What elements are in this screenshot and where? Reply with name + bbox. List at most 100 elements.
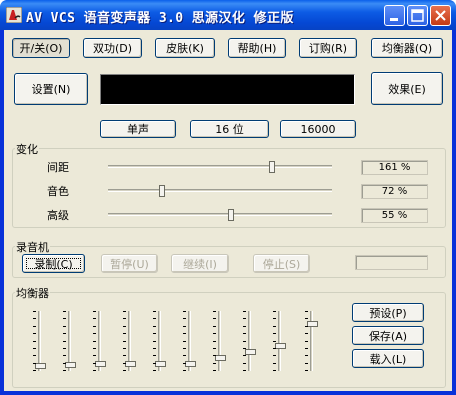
power-toggle-button[interactable]: 开/关(O) <box>12 38 70 58</box>
eq-band-6-slider[interactable] <box>183 311 197 371</box>
maximize-button[interactable] <box>407 5 428 26</box>
eq-band-7-thumb[interactable] <box>215 355 226 361</box>
equalizer-button[interactable]: 均衡器(Q) <box>371 38 443 58</box>
eq-tick <box>153 318 156 319</box>
bits-button[interactable]: 16 位 <box>190 120 269 138</box>
eq-tick <box>213 363 216 364</box>
eq-tick <box>243 355 246 356</box>
advanced-label: 高级 <box>47 209 69 222</box>
equalizer-group: 均衡器 预设(P) 保存(A) 载入(L) <box>12 285 446 388</box>
morph-group: 变化 间距 161 % 音色 72 % 高级 55 % <box>12 141 446 228</box>
close-button[interactable] <box>430 5 451 26</box>
pitch-label: 间距 <box>47 161 69 174</box>
eq-band-6-thumb[interactable] <box>185 361 196 367</box>
eq-tick <box>305 326 308 327</box>
eq-band-1-thumb[interactable] <box>35 363 46 369</box>
pause-button[interactable]: 暂停(U) <box>101 254 158 273</box>
pitch-slider[interactable] <box>108 161 332 173</box>
skin-button[interactable]: 皮肤(K) <box>155 38 215 58</box>
eq-tick <box>243 370 246 371</box>
eq-tick <box>93 348 96 349</box>
eq-band-1-slider[interactable] <box>33 311 47 371</box>
help-button[interactable]: 帮助(H) <box>228 38 286 58</box>
channels-button[interactable]: 单声 <box>100 120 176 138</box>
record-button[interactable]: 录制(C) <box>22 254 85 273</box>
eq-tick <box>213 326 216 327</box>
eq-tick <box>305 333 308 334</box>
eq-tick <box>93 341 96 342</box>
eq-tick <box>123 333 126 334</box>
title-bar[interactable]: AV VCS 语音变声器 3.0 思源汉化 修正版 <box>0 0 456 30</box>
eq-tick <box>243 326 246 327</box>
eq-tick <box>123 341 126 342</box>
eq-tick <box>243 341 246 342</box>
eq-tick <box>63 370 66 371</box>
minimize-button[interactable] <box>384 5 405 26</box>
eq-band-5-slider[interactable] <box>153 311 167 371</box>
samplerate-button[interactable]: 16000 <box>280 120 356 138</box>
eq-band-2-slider[interactable] <box>63 311 77 371</box>
resume-button[interactable]: 继续(I) <box>171 254 229 273</box>
eq-save-button[interactable]: 保存(A) <box>352 326 424 345</box>
close-icon <box>435 10 446 21</box>
eq-tick <box>305 363 308 364</box>
advanced-slider[interactable] <box>108 209 332 221</box>
eq-band-8-slider[interactable] <box>243 311 257 371</box>
eq-tick <box>63 318 66 319</box>
eq-band-4-slider[interactable] <box>123 311 137 371</box>
eq-tick <box>183 318 186 319</box>
eq-band-9-slider[interactable] <box>273 311 287 371</box>
eq-band-4-thumb[interactable] <box>125 361 136 367</box>
settings-button[interactable]: 设置(N) <box>14 73 88 105</box>
eq-tick <box>63 348 66 349</box>
eq-tick <box>153 326 156 327</box>
eq-tick <box>273 370 276 371</box>
eq-tick <box>305 370 308 371</box>
pitch-value: 161 % <box>361 160 428 175</box>
pitch-slider-thumb[interactable] <box>269 161 275 173</box>
advanced-value: 55 % <box>361 208 428 223</box>
eq-band-8-thumb[interactable] <box>245 349 256 355</box>
eq-tick <box>243 333 246 334</box>
eq-tick <box>273 348 276 349</box>
recorder-group-title: 录音机 <box>15 239 50 255</box>
eq-tick <box>273 311 276 312</box>
eq-tick <box>213 311 216 312</box>
timbre-slider[interactable] <box>108 185 332 197</box>
eq-band-2-thumb[interactable] <box>65 362 76 368</box>
effects-button[interactable]: 效果(E) <box>371 72 443 105</box>
eq-band-5-thumb[interactable] <box>155 361 166 367</box>
timbre-slider-thumb[interactable] <box>159 185 165 197</box>
eq-band-7-slider[interactable] <box>213 311 227 371</box>
eq-tick <box>153 355 156 356</box>
eq-tick <box>123 326 126 327</box>
eq-band-10-slider[interactable] <box>305 311 319 371</box>
eq-tick <box>243 348 246 349</box>
eq-band-10-thumb[interactable] <box>307 321 318 327</box>
voice-display <box>100 74 355 105</box>
eq-band-3-slider[interactable] <box>93 311 107 371</box>
eq-tick <box>213 318 216 319</box>
dual-mode-button[interactable]: 双功(D) <box>83 38 142 58</box>
stop-button[interactable]: 停止(S) <box>253 254 310 273</box>
advanced-slider-thumb[interactable] <box>228 209 234 221</box>
order-button[interactable]: 订购(R) <box>299 38 357 58</box>
eq-load-button[interactable]: 载入(L) <box>352 349 424 368</box>
eq-tick <box>123 348 126 349</box>
eq-tick <box>123 370 126 371</box>
eq-tick <box>33 348 36 349</box>
eq-tick <box>243 363 246 364</box>
eq-tick <box>63 333 66 334</box>
eq-tick <box>213 333 216 334</box>
eq-tick <box>93 326 96 327</box>
eq-tick <box>33 341 36 342</box>
eq-tick <box>273 333 276 334</box>
eq-band-9-thumb[interactable] <box>275 343 286 349</box>
eq-tick <box>183 341 186 342</box>
eq-band-3-thumb[interactable] <box>95 361 106 367</box>
eq-tick <box>123 363 126 364</box>
eq-tick <box>93 318 96 319</box>
eq-preset-button[interactable]: 预设(P) <box>352 303 424 322</box>
app-icon <box>5 6 23 24</box>
eq-tick <box>33 363 36 364</box>
